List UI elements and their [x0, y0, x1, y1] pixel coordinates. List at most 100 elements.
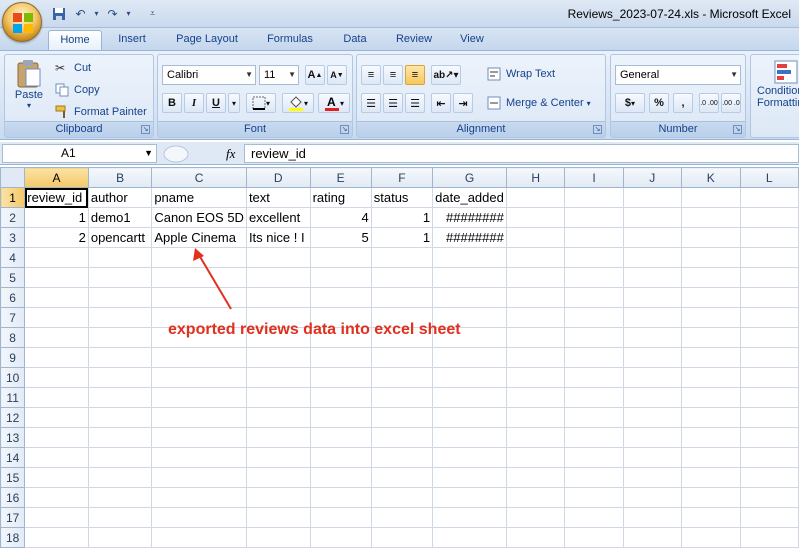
- cell-l11[interactable]: [739, 387, 799, 408]
- align-middle-icon[interactable]: ≡: [383, 65, 403, 85]
- merge-center-button[interactable]: Merge & Center ▾: [487, 96, 591, 110]
- cut-button[interactable]: ✂ Cut: [55, 61, 91, 75]
- save-icon[interactable]: [50, 5, 67, 22]
- cell-k4[interactable]: [680, 247, 741, 268]
- cell-k5[interactable]: [680, 267, 741, 288]
- row-header[interactable]: 17: [0, 507, 26, 528]
- cell-l16[interactable]: [739, 487, 799, 508]
- cell-e2[interactable]: 4: [309, 207, 372, 228]
- cell-e10[interactable]: [309, 367, 372, 388]
- comma-button[interactable]: ,: [673, 93, 693, 113]
- cell-a13[interactable]: [24, 427, 89, 448]
- cell-c2[interactable]: Canon EOS 5D: [151, 207, 247, 228]
- cell-e13[interactable]: [309, 427, 372, 448]
- cell-h3[interactable]: [505, 227, 566, 248]
- cell-g16[interactable]: [432, 487, 507, 508]
- cell-d4[interactable]: [245, 247, 311, 268]
- cell-i8[interactable]: [564, 327, 624, 348]
- cell-b17[interactable]: [87, 507, 153, 528]
- italic-button[interactable]: I: [184, 93, 204, 113]
- cell-j7[interactable]: [622, 307, 682, 328]
- cell-k15[interactable]: [680, 467, 741, 488]
- format-painter-button[interactable]: Format Painter: [55, 105, 147, 119]
- cell-i9[interactable]: [564, 347, 624, 368]
- cell-b11[interactable]: [87, 387, 153, 408]
- cell-b14[interactable]: [87, 447, 153, 468]
- cell-g4[interactable]: [432, 247, 507, 268]
- cell-c1[interactable]: pname: [151, 187, 247, 208]
- cell-e4[interactable]: [309, 247, 372, 268]
- office-button[interactable]: [2, 2, 42, 42]
- cell-l10[interactable]: [739, 367, 799, 388]
- cell-k16[interactable]: [680, 487, 741, 508]
- cell-i13[interactable]: [564, 427, 624, 448]
- cell-h13[interactable]: [505, 427, 566, 448]
- grow-font-icon[interactable]: A ▲: [305, 65, 325, 85]
- cell-l5[interactable]: [739, 267, 799, 288]
- cell-f17[interactable]: [370, 507, 434, 528]
- cell-g12[interactable]: [432, 407, 507, 428]
- cell-j11[interactable]: [622, 387, 682, 408]
- cell-b15[interactable]: [87, 467, 153, 488]
- row-header[interactable]: 18: [0, 527, 26, 548]
- fill-color-button[interactable]: ▾: [282, 93, 314, 113]
- cell-a14[interactable]: [24, 447, 89, 468]
- row-header[interactable]: 16: [0, 487, 26, 508]
- cell-a8[interactable]: [24, 327, 89, 348]
- cell-j4[interactable]: [622, 247, 682, 268]
- cell-f2[interactable]: 1: [370, 207, 434, 228]
- tab-insert[interactable]: Insert: [108, 30, 156, 50]
- cell-c11[interactable]: [151, 387, 247, 408]
- row-header[interactable]: 11: [0, 387, 26, 408]
- cell-d6[interactable]: [245, 287, 311, 308]
- cell-e12[interactable]: [309, 407, 372, 428]
- cell-h14[interactable]: [505, 447, 566, 468]
- increase-decimal-icon[interactable]: .0 .00: [699, 93, 719, 113]
- cell-b2[interactable]: demo1: [87, 207, 153, 228]
- cell-i7[interactable]: [564, 307, 624, 328]
- cell-k7[interactable]: [680, 307, 741, 328]
- cell-k11[interactable]: [680, 387, 741, 408]
- cell-i16[interactable]: [564, 487, 624, 508]
- font-launcher-icon[interactable]: ↘: [340, 125, 349, 134]
- tab-view[interactable]: View: [452, 30, 492, 50]
- cell-k12[interactable]: [680, 407, 741, 428]
- cell-a9[interactable]: [24, 347, 89, 368]
- percent-button[interactable]: %: [649, 93, 669, 113]
- select-all-corner[interactable]: [0, 167, 26, 188]
- cell-j9[interactable]: [622, 347, 682, 368]
- customize-qat-icon[interactable]: ⩡: [144, 5, 161, 22]
- wrap-text-button[interactable]: Wrap Text: [487, 67, 555, 81]
- cell-l12[interactable]: [739, 407, 799, 428]
- cell-d17[interactable]: [245, 507, 311, 528]
- cell-a17[interactable]: [24, 507, 89, 528]
- tab-formulas[interactable]: Formulas: [258, 30, 322, 50]
- cell-b5[interactable]: [87, 267, 153, 288]
- cell-l17[interactable]: [739, 507, 799, 528]
- undo-icon[interactable]: ↶: [72, 5, 89, 22]
- cell-j14[interactable]: [622, 447, 682, 468]
- cell-c14[interactable]: [151, 447, 247, 468]
- bold-button[interactable]: B: [162, 93, 182, 113]
- cell-i6[interactable]: [564, 287, 624, 308]
- name-box[interactable]: A1 ▼: [2, 144, 157, 163]
- cell-e17[interactable]: [309, 507, 372, 528]
- cell-a5[interactable]: [24, 267, 89, 288]
- cell-j13[interactable]: [622, 427, 682, 448]
- cell-e3[interactable]: 5: [309, 227, 372, 248]
- cell-b6[interactable]: [87, 287, 153, 308]
- cell-k2[interactable]: [680, 207, 741, 228]
- cell-d14[interactable]: [245, 447, 311, 468]
- cell-l3[interactable]: [739, 227, 799, 248]
- cell-b4[interactable]: [87, 247, 153, 268]
- cell-e1[interactable]: rating: [309, 187, 372, 208]
- align-bottom-icon[interactable]: ≡: [405, 65, 425, 85]
- cell-i5[interactable]: [564, 267, 624, 288]
- row-header[interactable]: 10: [0, 367, 26, 388]
- cell-d5[interactable]: [245, 267, 311, 288]
- clipboard-launcher-icon[interactable]: ↘: [141, 125, 150, 134]
- redo-dropdown-icon[interactable]: ▾: [120, 5, 137, 22]
- cell-h18[interactable]: [505, 527, 566, 548]
- cell-f12[interactable]: [370, 407, 434, 428]
- cell-g6[interactable]: [432, 287, 507, 308]
